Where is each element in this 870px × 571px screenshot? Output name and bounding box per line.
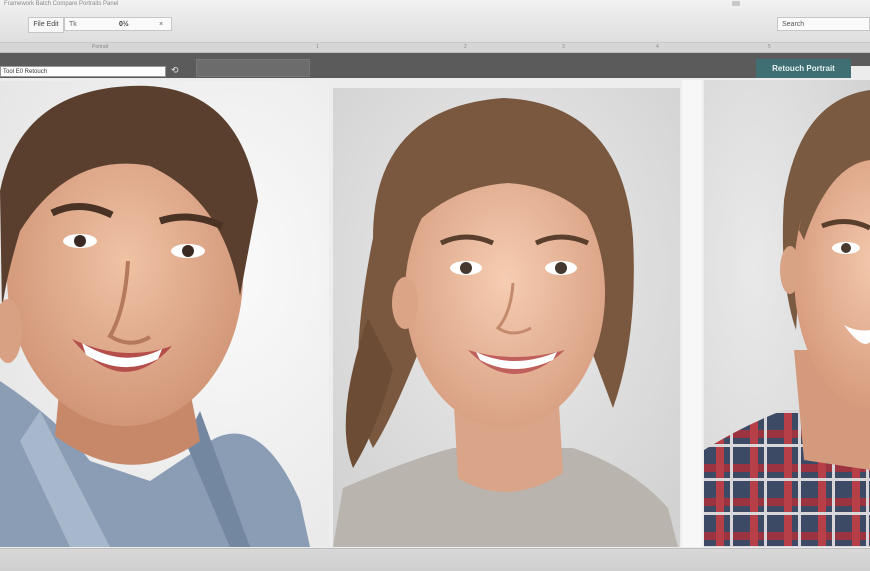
window-control-icon[interactable] (732, 1, 740, 6)
search-text: Search (782, 21, 805, 28)
ruler-mark: Portrait (92, 44, 109, 50)
rotate-icon[interactable]: ⟲ (171, 65, 179, 76)
address-number: 0½ (119, 21, 129, 28)
tool-option-field[interactable] (196, 59, 310, 77)
tool-name-input[interactable]: Tool E0 Retouch (0, 66, 166, 77)
ruler-mark: 4 (656, 44, 659, 50)
panel-divider (682, 80, 702, 547)
close-icon[interactable]: × (159, 18, 163, 32)
portrait-man-image (0, 81, 329, 547)
ruler-mark: 5 (768, 44, 771, 50)
ruler: Portrait 1 2 3 4 5 (0, 43, 870, 53)
status-bar (0, 548, 870, 571)
ruler-mark: 1 (316, 44, 319, 50)
window-titlebar: Framework Batch Compare Portraits Panel … (0, 0, 870, 43)
portrait-panel-2[interactable] (333, 88, 680, 547)
address-text: Tk (69, 21, 77, 28)
ruler-mark: 2 (464, 44, 467, 50)
toolbar-edge (851, 66, 870, 78)
portrait-panel-1[interactable] (0, 81, 329, 547)
address-field[interactable]: Tk 0½ × (64, 17, 172, 31)
search-input[interactable]: Search (777, 17, 870, 31)
ruler-mark: 3 (562, 44, 565, 50)
portrait-panel-3[interactable] (704, 80, 870, 547)
portrait-plaid-image (704, 80, 870, 547)
portrait-woman-image (333, 88, 680, 547)
breadcrumb: Framework Batch Compare Portraits Panel (4, 1, 119, 7)
retouch-button[interactable]: Retouch Portrait (756, 59, 851, 78)
tab-file[interactable]: File Edit (28, 17, 64, 33)
